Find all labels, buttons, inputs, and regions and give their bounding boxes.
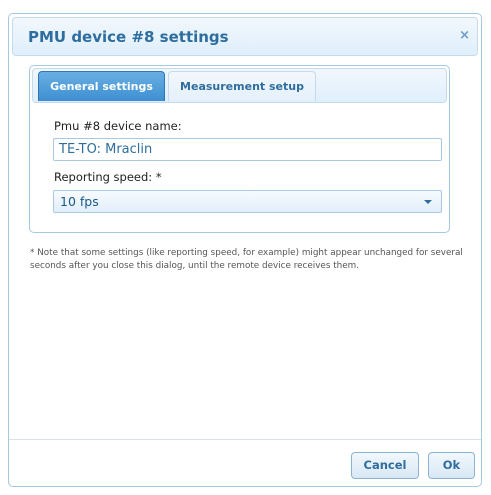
tab-bar: General settings Measurement setup	[32, 68, 447, 103]
footer-divider	[9, 439, 481, 440]
reporting-speed-label: Reporting speed: *	[54, 170, 162, 184]
device-name-label: Pmu #8 device name:	[54, 119, 182, 133]
device-name-input[interactable]: TE-TO: Mraclin	[53, 138, 442, 161]
settings-dialog: PMU device #8 settings × General setting…	[8, 13, 482, 487]
dialog-title: PMU device #8 settings	[28, 28, 229, 46]
dialog-titlebar[interactable]: PMU device #8 settings ×	[12, 17, 478, 56]
chevron-down-icon	[424, 200, 432, 204]
settings-note: * Note that some settings (like reportin…	[30, 248, 463, 271]
reporting-speed-select[interactable]: 10 fps	[53, 190, 442, 213]
reporting-speed-value: 10 fps	[60, 194, 99, 209]
cancel-button[interactable]: Cancel	[351, 452, 419, 479]
tab-measurement-setup[interactable]: Measurement setup	[168, 71, 316, 101]
close-icon[interactable]: ×	[459, 28, 470, 44]
tab-general-settings[interactable]: General settings	[38, 71, 165, 101]
tabs-panel: General settings Measurement setup Pmu #…	[29, 65, 450, 233]
ok-button[interactable]: Ok	[428, 452, 475, 479]
